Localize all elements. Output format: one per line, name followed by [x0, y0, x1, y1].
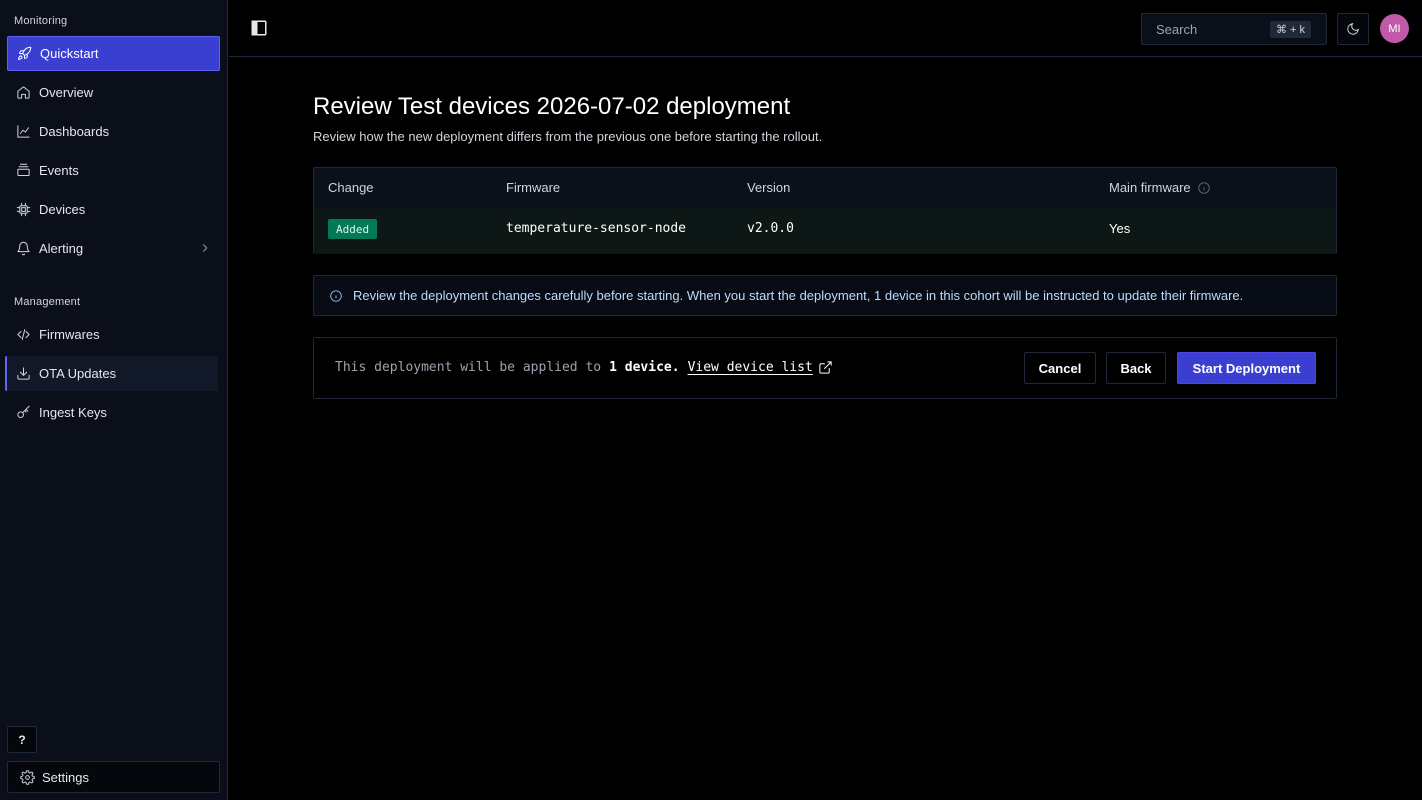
- version-cell: v2.0.0: [747, 221, 794, 236]
- view-device-list-link[interactable]: View device list: [688, 360, 833, 375]
- section-label-monitoring: Monitoring: [14, 15, 68, 27]
- info-icon: [329, 289, 343, 303]
- firmware-cell: temperature-sensor-node: [506, 221, 687, 236]
- cancel-button[interactable]: Cancel: [1024, 352, 1096, 384]
- download-icon: [15, 366, 31, 382]
- sidebar-item-label: Alerting: [39, 241, 84, 256]
- help-button[interactable]: ?: [7, 726, 37, 753]
- sidebar-item-label: Events: [39, 163, 79, 178]
- avatar[interactable]: MI: [1380, 14, 1409, 43]
- sidebar-item-alerting[interactable]: Alerting: [7, 231, 220, 266]
- changes-table: Change Firmware Version Main firmware Ad…: [313, 167, 1337, 254]
- sidebar-item-label: Devices: [39, 202, 86, 217]
- settings-button[interactable]: Settings: [7, 761, 220, 793]
- moon-icon: [1346, 22, 1360, 36]
- main-firmware-cell: Yes: [1109, 221, 1131, 236]
- info-icon[interactable]: [1197, 181, 1211, 195]
- column-header-main-firmware: Main firmware: [1109, 180, 1211, 195]
- settings-label: Settings: [42, 769, 89, 785]
- sidebar-toggle-icon[interactable]: [250, 19, 268, 37]
- column-header-change: Change: [328, 180, 374, 195]
- page-title: Review Test devices 2026-07-02 deploymen…: [313, 93, 791, 120]
- link-label: View device list: [687, 360, 813, 375]
- home-icon: [15, 85, 31, 101]
- device-count: 1 device.: [609, 360, 680, 375]
- section-label-management: Management: [14, 296, 81, 308]
- sidebar-item-label: Dashboards: [39, 124, 110, 139]
- alert-text: Review the deployment changes carefully …: [353, 288, 1244, 303]
- sidebar-item-firmwares[interactable]: Firmwares: [7, 317, 220, 352]
- column-header-label: Main firmware: [1109, 180, 1191, 195]
- sidebar-item-label: Overview: [39, 85, 94, 100]
- sidebar-item-overview[interactable]: Overview: [7, 75, 220, 110]
- keyboard-shortcut-badge: ⌘ + k: [1269, 21, 1311, 38]
- search-input[interactable]: Search ⌘ + k: [1141, 13, 1327, 45]
- stack-icon: [15, 163, 31, 179]
- key-icon: [15, 405, 31, 421]
- external-link-icon: [813, 360, 833, 375]
- sidebar-item-label: Firmwares: [39, 327, 100, 342]
- status-badge: Added: [328, 219, 378, 239]
- bell-icon: [15, 241, 31, 257]
- theme-toggle-button[interactable]: [1337, 13, 1369, 45]
- start-deployment-button[interactable]: Start Deployment: [1177, 352, 1316, 384]
- rocket-icon: [16, 46, 32, 62]
- sidebar-item-label: OTA Updates: [39, 366, 117, 381]
- back-button[interactable]: Back: [1106, 352, 1166, 384]
- sidebar-item-dashboards[interactable]: Dashboards: [7, 114, 220, 149]
- gear-icon: [20, 769, 35, 785]
- sidebar-item-label: Ingest Keys: [39, 405, 107, 420]
- sidebar: Monitoring Quickstart Overview Dashboard…: [0, 0, 228, 800]
- page-subtitle: Review how the new deployment differs fr…: [313, 129, 823, 144]
- column-header-firmware: Firmware: [506, 180, 561, 195]
- deployment-summary-text: This deployment will be applied to 1 dev…: [335, 360, 833, 375]
- chart-line-icon: [15, 124, 31, 140]
- topbar: Search ⌘ + k MI: [229, 0, 1422, 57]
- info-alert: Review the deployment changes carefully …: [313, 275, 1337, 316]
- sidebar-item-devices[interactable]: Devices: [7, 192, 220, 227]
- summary-prefix: This deployment will be applied to: [335, 360, 602, 375]
- sidebar-item-events[interactable]: Events: [7, 153, 220, 188]
- chip-icon: [15, 202, 31, 218]
- chevron-right-icon: [198, 241, 212, 255]
- table-row: Added temperature-sensor-node v2.0.0 Yes: [314, 208, 1336, 254]
- sidebar-item-ota-updates[interactable]: OTA Updates: [5, 356, 218, 391]
- column-header-version: Version: [747, 180, 791, 195]
- search-placeholder: Search: [1156, 21, 1198, 37]
- sidebar-item-label: Quickstart: [40, 46, 99, 61]
- sidebar-item-quickstart[interactable]: Quickstart: [7, 36, 220, 71]
- sidebar-item-ingest-keys[interactable]: Ingest Keys: [7, 395, 220, 430]
- deployment-summary: This deployment will be applied to 1 dev…: [313, 337, 1337, 399]
- code-icon: [15, 327, 31, 343]
